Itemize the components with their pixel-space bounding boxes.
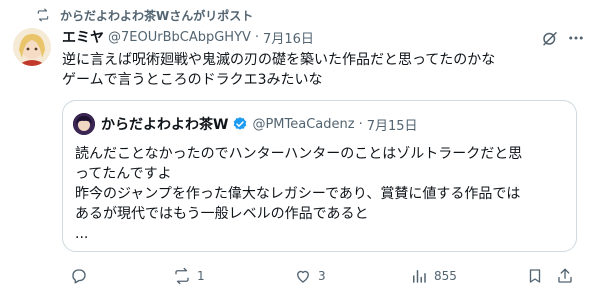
repost-button[interactable]: 1 <box>173 263 205 289</box>
quoted-post[interactable]: からだよわよわ茶W @PMTeaCadenz · 7月15日 読んだことなかった… <box>62 100 577 252</box>
repost-banner-text: からだよわよわ茶Wさんがリポスト <box>60 8 254 23</box>
repost-count: 1 <box>197 269 205 283</box>
views-button[interactable]: 855 <box>410 263 457 289</box>
reply-icon <box>72 269 86 284</box>
action-bar: 1 3 855 <box>60 263 572 289</box>
quoted-author-avatar <box>73 113 95 135</box>
author-name[interactable]: エミヤ <box>62 27 104 47</box>
bookmark-button[interactable] <box>526 263 544 289</box>
quoted-post-header: からだよわよわ茶W @PMTeaCadenz · 7月15日 <box>101 114 418 134</box>
post-text: 逆に言えば呪術廻戦や鬼滅の刃の礎を築いた作品だと思ってたのかな ゲームで言うとこ… <box>62 50 572 90</box>
post-text-line: 逆に言えば呪術廻戦や鬼滅の刃の礎を築いた作品だと思ってたのかな <box>62 52 496 68</box>
author-handle[interactable]: @7EOUrBbCAbpGHYV <box>108 30 251 45</box>
separator-dot: · <box>254 29 260 45</box>
post-header: エミヤ @7EOUrBbCAbpGHYV · 7月16日 <box>62 27 583 47</box>
quoted-text-line: あるが現代ではもう一般レベルの作品であると <box>75 206 369 222</box>
like-button[interactable]: 3 <box>294 263 326 289</box>
repost-icon <box>37 8 49 22</box>
quoted-post-time: 7月15日 <box>366 118 418 134</box>
verified-badge-icon <box>234 117 247 130</box>
separator-dot: · <box>358 116 363 132</box>
share-icon <box>558 268 572 283</box>
views-chart-icon <box>413 270 426 283</box>
quoted-author-name: からだよわよわ茶W <box>101 117 229 133</box>
quoted-text-line: ってたんですよ <box>75 166 172 182</box>
repost-banner[interactable]: からだよわよわ茶Wさんがリポスト <box>36 7 253 23</box>
bookmark-icon <box>529 269 541 283</box>
post-time[interactable]: 7月16日 <box>263 28 314 47</box>
quoted-text-line: 読んだことなかったのでハンターハンターのことはゾルトラークだと思 <box>75 146 523 162</box>
post-text-line: ゲームで言うところのドラクエ3みたいな <box>62 72 323 88</box>
quoted-post-text: 読んだことなかったのでハンターハンターのことはゾルトラークだと思 ってたんですよ… <box>75 144 570 244</box>
reply-button[interactable] <box>70 263 94 289</box>
quoted-author-handle: @PMTeaCadenz <box>252 116 355 132</box>
repost-icon <box>175 267 189 285</box>
grok-icon[interactable] <box>541 29 559 47</box>
view-count: 855 <box>434 269 457 283</box>
more-options-icon[interactable] <box>567 29 585 47</box>
heart-icon <box>297 270 309 283</box>
quoted-text-line: 昨今のジャンプを作った偉大なレガシーであり、賞賛に値する作品では <box>75 186 521 202</box>
share-button[interactable] <box>556 263 574 289</box>
like-count: 3 <box>318 269 326 283</box>
quoted-text-line: ... <box>75 226 89 242</box>
author-avatar[interactable] <box>13 28 51 66</box>
